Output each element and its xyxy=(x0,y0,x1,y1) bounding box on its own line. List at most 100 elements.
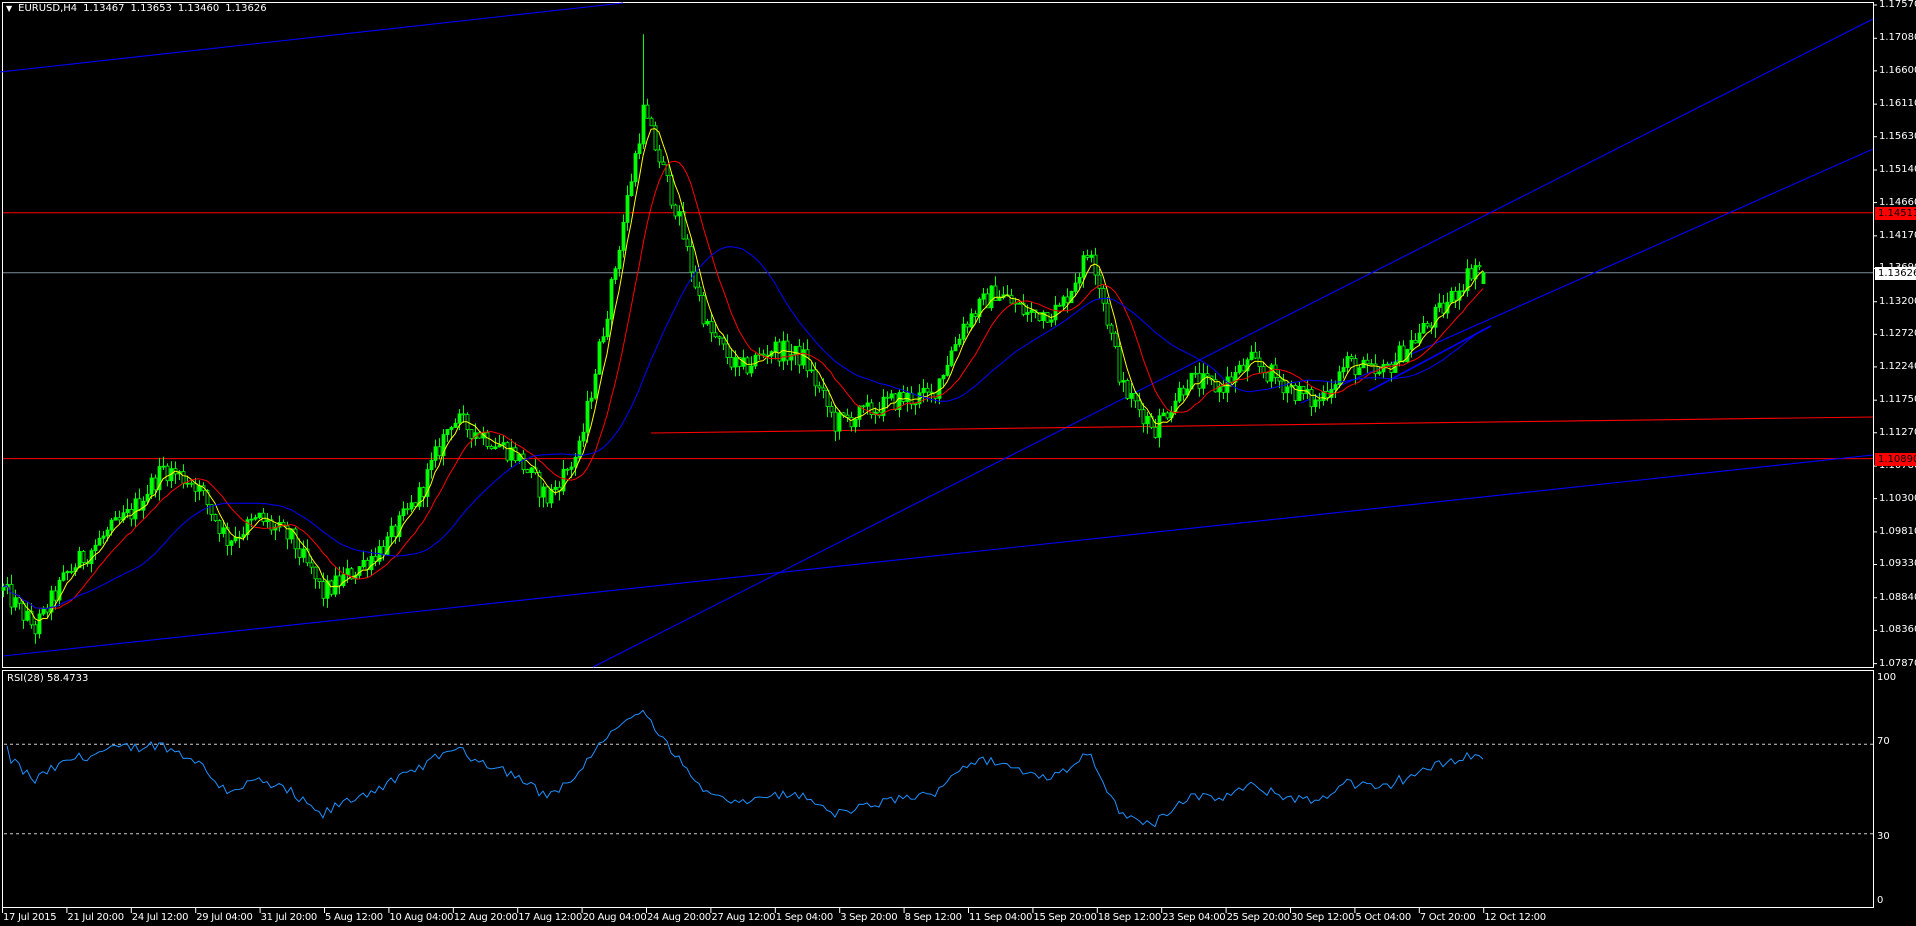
candle xyxy=(901,385,906,405)
candle-body-bear xyxy=(1117,346,1122,383)
candle xyxy=(269,515,274,535)
time-label: 24 Aug 20:00 xyxy=(647,912,711,923)
candle-body-bear xyxy=(1085,255,1090,258)
ohlc-low: 1.13460 xyxy=(177,3,220,14)
candle xyxy=(1093,247,1098,285)
candle xyxy=(1157,408,1162,448)
trendline-long-support[interactable] xyxy=(2,454,1874,657)
candle-body-bear xyxy=(745,357,750,374)
candle-body-bull xyxy=(625,195,630,223)
candle-body-bear xyxy=(1401,345,1406,363)
candle-body-bear xyxy=(933,392,938,399)
candle xyxy=(529,466,534,479)
candle xyxy=(1369,359,1374,366)
candle-body-bull xyxy=(865,402,870,407)
candle xyxy=(641,34,646,149)
candle-body-bull xyxy=(589,397,594,402)
candle-body-bull xyxy=(449,427,454,430)
candle-body-bear xyxy=(1441,302,1446,314)
candle-body-bear xyxy=(33,624,38,635)
candle-body-bear xyxy=(1293,385,1298,401)
candle-body-bull xyxy=(969,313,974,328)
candle-body-bear xyxy=(1197,372,1202,389)
candle-body-bull xyxy=(389,525,394,538)
candle-body-bear xyxy=(189,482,194,485)
candle-body-bear xyxy=(673,204,678,217)
candle-body-bear xyxy=(725,343,730,358)
candle-body-bull xyxy=(753,354,758,367)
candle-body-bear xyxy=(309,562,314,568)
candle xyxy=(545,485,550,507)
candle-body-bear xyxy=(69,570,74,573)
candle xyxy=(189,480,194,488)
candle-body-bear xyxy=(701,295,706,325)
candle-body-bull xyxy=(145,493,150,502)
candle-body-bull xyxy=(617,249,622,270)
candle-body-bull xyxy=(37,613,42,635)
time-label: 5 Oct 04:00 xyxy=(1355,912,1411,923)
candle xyxy=(1113,330,1118,349)
candle-body-bear xyxy=(9,583,14,608)
candle xyxy=(797,339,802,374)
ohlc-high: 1.13653 xyxy=(130,3,172,14)
trendline-short[interactable] xyxy=(1368,325,1492,392)
time-label: 11 Sep 04:00 xyxy=(969,912,1033,923)
candle-body-bear xyxy=(1273,364,1278,378)
time-label: 10 Aug 04:00 xyxy=(389,912,454,923)
trendlines[interactable] xyxy=(0,2,1874,668)
candle-body-bear xyxy=(685,238,690,247)
candle-body-bear xyxy=(813,369,818,387)
ma-slow-line xyxy=(2,246,1484,610)
candle xyxy=(589,391,594,410)
candle xyxy=(61,565,66,582)
candle-body-bear xyxy=(1109,324,1114,334)
candle xyxy=(1009,288,1014,304)
candle-body-bull xyxy=(345,568,350,575)
candle-body-bull xyxy=(1225,376,1230,393)
price-label: 1.16600 xyxy=(1879,64,1916,76)
time-label: 21 Jul 20:00 xyxy=(67,912,124,923)
candle-body-bear xyxy=(1261,366,1266,374)
candle-body-bear xyxy=(421,487,426,497)
price-label: 1.17080 xyxy=(1879,32,1916,44)
candle xyxy=(1105,296,1110,330)
horizontal-lines[interactable] xyxy=(3,212,1873,460)
candle xyxy=(273,523,278,541)
candle-body-bull xyxy=(957,338,962,345)
candle xyxy=(561,459,566,495)
candle xyxy=(1477,261,1482,271)
ma-mid-line xyxy=(2,160,1484,610)
triangle-down-icon[interactable]: ▼ xyxy=(6,4,12,13)
candle xyxy=(909,386,914,410)
candle-body-bull xyxy=(585,400,590,433)
candle xyxy=(425,463,430,508)
candle-body-bear xyxy=(1241,364,1246,372)
ohlc-open: 1.13467 xyxy=(83,3,125,14)
candle-body-bull xyxy=(1297,385,1302,401)
time-label: 5 Aug 12:00 xyxy=(325,912,383,923)
candle-body-bull xyxy=(641,104,646,145)
candle xyxy=(265,512,270,528)
candle-body-bull xyxy=(493,446,498,449)
candle xyxy=(789,343,794,371)
chart-canvas[interactable] xyxy=(0,0,1916,926)
candle-body-bull xyxy=(905,392,910,402)
candle-body-bull xyxy=(257,512,262,518)
candle xyxy=(453,418,458,429)
candle-body-bear xyxy=(181,471,186,485)
candle xyxy=(1285,382,1290,403)
candle xyxy=(1357,365,1362,376)
candle-body-bear xyxy=(393,525,398,538)
time-label: 31 Jul 20:00 xyxy=(260,912,318,923)
price-label: 1.16110 xyxy=(1879,98,1916,110)
candle xyxy=(773,336,778,360)
candle-body-bull xyxy=(1345,356,1350,368)
candle-body-bull xyxy=(161,465,166,468)
candle-body-bull xyxy=(921,387,926,394)
candle-body-bull xyxy=(1089,254,1094,258)
candle xyxy=(1085,249,1090,261)
candle xyxy=(229,539,234,556)
candle xyxy=(1481,270,1486,285)
candle xyxy=(173,461,178,484)
price-label: 1.17570 xyxy=(1879,0,1916,10)
